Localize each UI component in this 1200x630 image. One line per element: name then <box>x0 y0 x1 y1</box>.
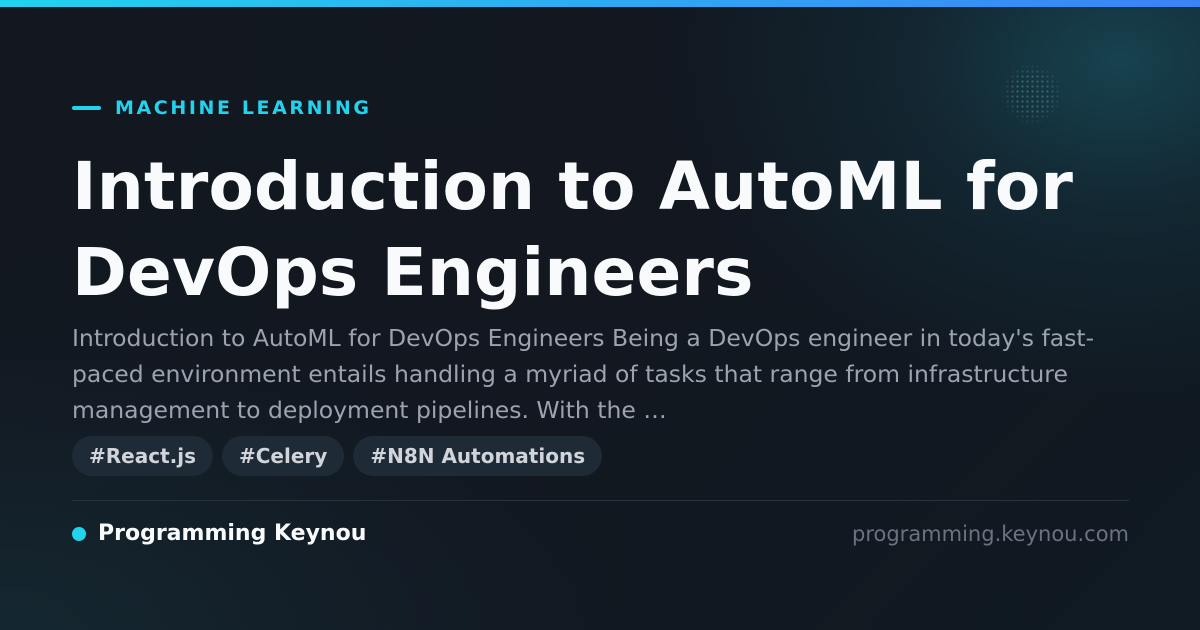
brand-name: Programming Keynou <box>98 521 367 546</box>
card-footer: Programming Keynou programming.keynou.co… <box>72 516 1129 552</box>
site-url: programming.keynou.com <box>852 522 1129 546</box>
tag-pill: #Celery <box>222 436 345 476</box>
category-label: MACHINE LEARNING <box>115 97 372 119</box>
card-content: MACHINE LEARNING Introduction to AutoML … <box>72 0 1130 630</box>
article-excerpt: Introduction to AutoML for DevOps Engine… <box>72 324 1095 424</box>
article-title: Introduction to AutoML for DevOps Engine… <box>72 148 1074 311</box>
brand: Programming Keynou <box>72 516 366 552</box>
og-card: MACHINE LEARNING Introduction to AutoML … <box>0 0 1200 630</box>
tag-pill: #N8N Automations <box>353 436 603 476</box>
dot-icon <box>72 527 86 541</box>
tag-pill: #React.js <box>72 436 213 476</box>
dash-icon <box>72 106 101 110</box>
tag-list: #React.js #Celery #N8N Automations <box>72 436 603 476</box>
category-row: MACHINE LEARNING <box>72 94 372 122</box>
footer-divider <box>72 500 1129 501</box>
